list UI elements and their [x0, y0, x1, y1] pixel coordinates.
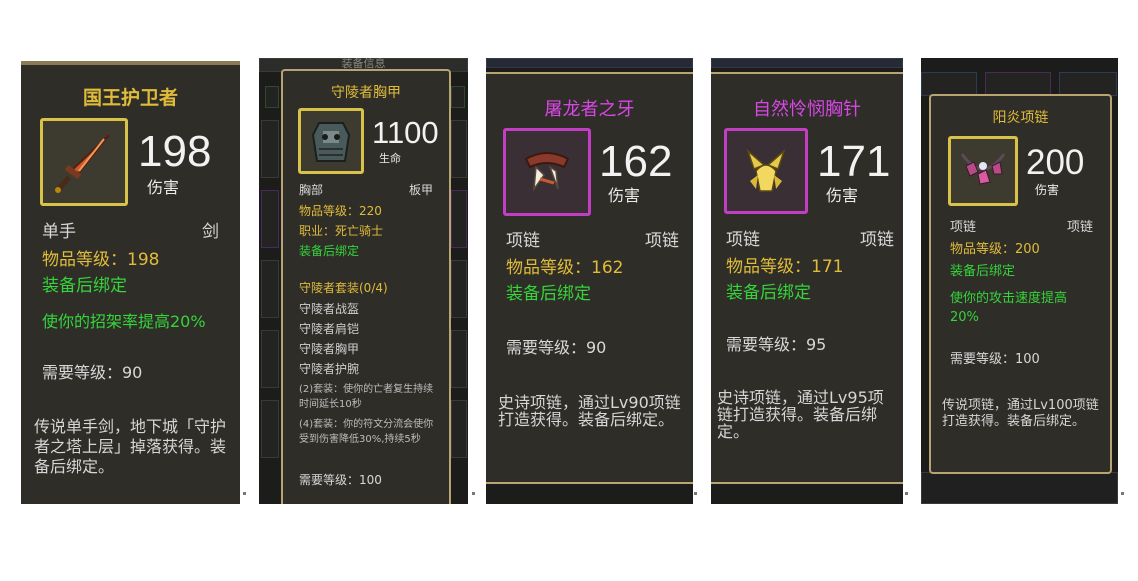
background-tile [451, 86, 465, 108]
type-label: 项链 [645, 231, 679, 251]
item-level: 物品等级：162 [506, 258, 624, 278]
bind-text: 装备后绑定 [299, 244, 360, 258]
required-level: 需要等级：90 [42, 363, 143, 382]
background-tile [451, 190, 467, 248]
stat-label: 伤害 [147, 178, 180, 197]
description: 传说项链，通过Lv100项链打造获得。装备后绑定。 [942, 398, 1099, 429]
background-tile [711, 58, 903, 68]
stat-value: 162 [599, 137, 673, 186]
type-label: 板甲 [408, 183, 433, 197]
chest-armor-icon [298, 108, 364, 174]
gem-necklace-icon [948, 136, 1018, 206]
set-item: 守陵者战盔 [299, 302, 360, 316]
stat-value: 200 [1026, 143, 1085, 182]
background-tile [486, 58, 693, 68]
item-level: 物品等级：220 [299, 204, 382, 218]
description: 史诗项链，通过Lv90项链打造获得。装备后绑定。 [498, 393, 681, 429]
type-label: 项链 [860, 230, 894, 250]
item-level: 物品等级：200 [950, 242, 1040, 257]
background-tile [261, 400, 279, 458]
sword-icon [40, 118, 128, 206]
set-bonus-4: (4)套装：你的符文分流会使你受到伤害降低30%,持续5秒 [299, 419, 434, 445]
tooltip-card: 阳炎项链 200 伤害 项链 项链 物品等级：200 装备后绑定 使你的攻击速度… [929, 94, 1112, 474]
background-tile [921, 72, 977, 96]
bind-text: 装备后绑定 [506, 284, 591, 304]
background-tile [1059, 72, 1117, 96]
item-tooltip-2: 装备信息 守陵者胸甲 1100 生命 胸部 板甲 物品等级：220 职业：死亡骑… [259, 58, 468, 504]
separator-dot [243, 492, 246, 495]
tooltip-card: 自然怜悯胸针 171 伤害 项链 项链 物品等级：171 装备后绑定 需要等级：… [711, 72, 903, 484]
separator-dot [472, 492, 475, 495]
background-tile [261, 190, 279, 248]
item-tooltip-1: 国王护卫者 198 伤害 单手 剑 物品等级：198 装备后绑定 使你的招架率提… [21, 61, 240, 504]
background-tile [261, 260, 279, 318]
separator-dot [1121, 492, 1124, 495]
stat-label: 生命 [379, 152, 401, 165]
item-name: 国王护卫者 [82, 87, 178, 109]
item-name: 守陵者胸甲 [331, 85, 401, 101]
required-level: 需要等级：95 [726, 335, 827, 354]
stat-label: 伤害 [826, 186, 859, 205]
item-tooltip-4: 自然怜悯胸针 171 伤害 项链 项链 物品等级：171 装备后绑定 需要等级：… [711, 58, 903, 504]
background-tile [451, 120, 467, 178]
effect-text: 使你的招架率提高20% [42, 312, 206, 331]
background-tile [451, 400, 467, 458]
tooltip-card: 守陵者胸甲 1100 生命 胸部 板甲 物品等级：220 职业：死亡骑士 装备后… [281, 69, 451, 504]
required-level: 需要等级：100 [950, 352, 1040, 367]
slot-label: 项链 [726, 230, 760, 250]
bind-text: 装备后绑定 [950, 264, 1016, 279]
item-name: 阳炎项链 [992, 110, 1049, 126]
slot-label: 项链 [506, 231, 540, 251]
tooltip-card: 屠龙者之牙 162 伤害 项链 项链 物品等级：162 装备后绑定 需要等级：9… [486, 72, 693, 484]
type-label: 项链 [1066, 220, 1093, 235]
required-level: 需要等级：100 [299, 473, 382, 487]
bind-text: 装备后绑定 [726, 283, 811, 303]
item-tooltip-3: 屠龙者之牙 162 伤害 项链 项链 物品等级：162 装备后绑定 需要等级：9… [486, 58, 693, 504]
set-title: 守陵者套装(0/4) [299, 281, 388, 295]
stat-value: 198 [138, 127, 212, 176]
background-slot-row [921, 472, 1118, 504]
slot-label: 单手 [42, 222, 76, 242]
stat-label: 伤害 [1035, 183, 1060, 197]
fang-necklace-icon [503, 128, 591, 216]
background-tile [261, 330, 279, 388]
type-label: 剑 [202, 222, 219, 242]
background-tile [451, 330, 467, 388]
class-requirement: 职业：死亡骑士 [299, 224, 384, 238]
item-tooltip-5: 阳炎项链 200 伤害 项链 项链 物品等级：200 装备后绑定 使你的攻击速度… [921, 58, 1118, 504]
stat-value: 1100 [372, 115, 439, 150]
stat-label: 伤害 [608, 186, 641, 205]
background-tile [261, 120, 279, 178]
background-tile [985, 72, 1051, 96]
description: 史诗项链，通过Lv95项链打造获得。装备后绑定。 [717, 388, 884, 441]
separator-dot [905, 492, 908, 495]
stat-value: 171 [817, 137, 891, 186]
bind-text: 装备后绑定 [42, 276, 127, 296]
item-level: 物品等级：198 [42, 250, 160, 270]
description: 传说单手剑，地下城「守护者之塔上层」掉落获得。装备后绑定。 [34, 417, 227, 476]
brooch-icon [724, 128, 808, 214]
set-item: 守陵者护腕 [299, 362, 360, 376]
item-name: 屠龙者之牙 [544, 99, 635, 120]
item-level: 物品等级：171 [726, 257, 844, 277]
background-tile [265, 86, 279, 108]
slot-label: 胸部 [299, 183, 324, 197]
slot-label: 项链 [950, 220, 977, 235]
item-name: 自然怜悯胸针 [753, 99, 861, 120]
required-level: 需要等级：90 [506, 338, 607, 357]
set-bonus-2: (2)套装：使你的亡者复生持续时间延长10秒 [299, 384, 434, 410]
effect-text: 使你的攻击速度提高20% [950, 291, 1068, 325]
set-item: 守陵者肩铠 [299, 322, 360, 336]
set-item: 守陵者胸甲 [299, 342, 360, 356]
background-tile [451, 260, 467, 318]
separator-dot [694, 492, 697, 495]
